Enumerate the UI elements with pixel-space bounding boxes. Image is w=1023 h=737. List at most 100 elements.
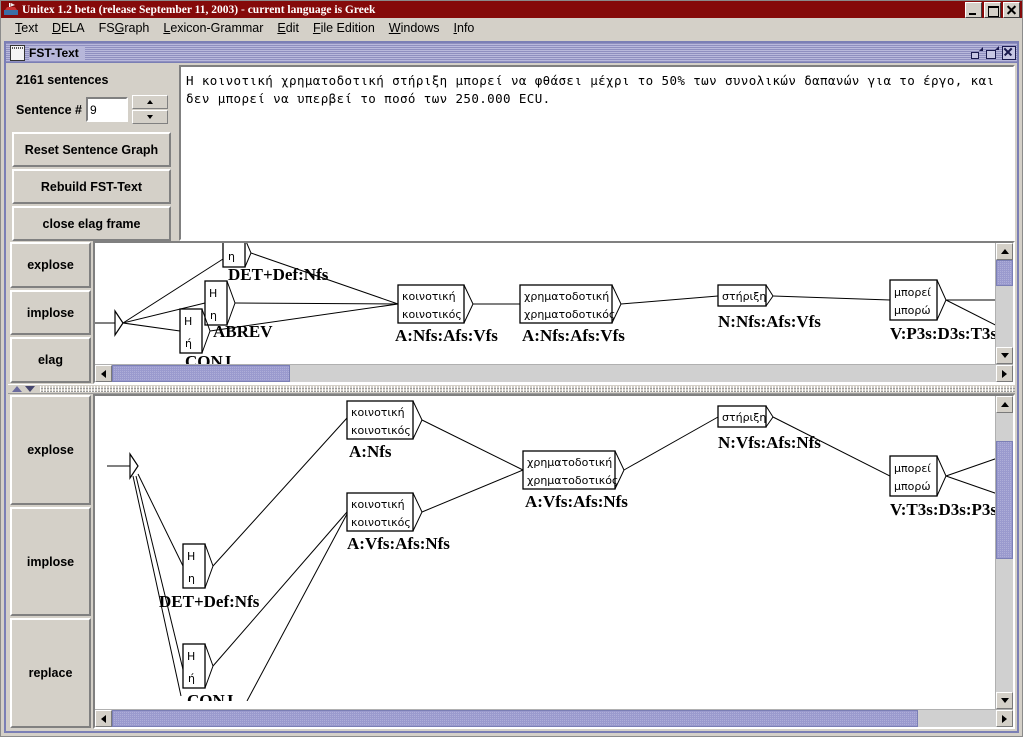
- rebuild-fst-text-button[interactable]: Rebuild FST-Text: [12, 169, 171, 204]
- window-menu-icon[interactable]: [10, 44, 25, 61]
- replace-button-bottom[interactable]: replace: [10, 618, 91, 729]
- top-vscroll-thumb[interactable]: [996, 260, 1013, 286]
- bottom-scroll-up-icon[interactable]: [996, 396, 1013, 413]
- bottom-automaton-canvas[interactable]: Η η DET+Def:Nfs Η ή CONJ κοινοτική κοινο…: [95, 396, 995, 709]
- svg-text:Η: Η: [187, 550, 195, 563]
- top-scroll-left-icon[interactable]: [95, 365, 112, 382]
- bottom-scroll-down-icon[interactable]: [996, 692, 1013, 709]
- menu-edit[interactable]: Edit: [270, 20, 306, 36]
- svg-text:Η: Η: [187, 650, 195, 663]
- explose-button-top[interactable]: explose: [10, 242, 91, 288]
- top-automaton-canvas[interactable]: η Η η DET+Def:Nfs Η ή ABREV CONJ κοινοτι…: [95, 243, 995, 364]
- top-graph-container: η Η η DET+Def:Nfs Η ή ABREV CONJ κοινοτι…: [93, 241, 1015, 384]
- svg-text:V:P3s:D3s:T3s: V:P3s:D3s:T3s: [890, 324, 995, 343]
- menu-lexicon-grammar[interactable]: Lexicon-Grammar: [156, 20, 270, 36]
- svg-text:μπορεί: μπορεί: [894, 286, 931, 299]
- svg-text:κοινοτική: κοινοτική: [351, 498, 405, 511]
- svg-text:η: η: [210, 309, 217, 322]
- bottom-hscroll-thumb[interactable]: [112, 710, 918, 727]
- implose-button-top[interactable]: implose: [10, 289, 91, 336]
- menu-info[interactable]: Info: [447, 20, 482, 36]
- sentence-number-input[interactable]: 9: [86, 97, 129, 122]
- svg-text:CONJ: CONJ: [187, 691, 234, 701]
- top-hscroll-thumb[interactable]: [112, 365, 290, 382]
- svg-text:κοινοτική: κοινοτική: [351, 406, 405, 419]
- svg-text:κοινοτική: κοινοτική: [402, 290, 456, 303]
- internal-frame-titlebar[interactable]: FST-Text: [6, 43, 1017, 63]
- svg-text:χρηματοδοτική: χρηματοδοτική: [527, 456, 612, 469]
- top-graph-row: η Η η DET+Def:Nfs Η ή ABREV CONJ κοινοτι…: [95, 243, 1013, 364]
- svg-text:A:Nfs:Afs:Vfs: A:Nfs:Afs:Vfs: [395, 326, 498, 345]
- svg-text:DET+Def:Nfs: DET+Def:Nfs: [159, 592, 260, 611]
- reset-sentence-graph-button[interactable]: Reset Sentence Graph: [12, 132, 171, 167]
- spinner-down-button[interactable]: [132, 110, 169, 124]
- menu-file-edition[interactable]: File Edition: [306, 20, 382, 36]
- divider-collapse-up-icon[interactable]: [12, 386, 22, 392]
- explose-button-bottom[interactable]: explose: [10, 395, 91, 505]
- implose-button-bottom[interactable]: implose: [10, 506, 91, 617]
- svg-text:A:Vfs:Afs:Nfs: A:Vfs:Afs:Nfs: [347, 534, 450, 553]
- sentence-count-label: 2161 sentences: [16, 73, 109, 87]
- svg-text:η: η: [188, 572, 195, 585]
- window-title: Unitex 1.2 beta (release September 11, 2…: [22, 3, 376, 16]
- iframe-close-icon[interactable]: [1002, 46, 1016, 60]
- svg-text:χρηματοδοτική: χρηματοδοτική: [524, 290, 609, 303]
- bottom-scroll-right-icon[interactable]: [996, 710, 1013, 727]
- bottom-vscroll-thumb[interactable]: [996, 441, 1013, 559]
- maximize-button[interactable]: [984, 1, 1001, 18]
- spinner-up-button[interactable]: [132, 95, 169, 109]
- svg-text:κοινοτικός: κοινοτικός: [402, 308, 462, 321]
- sentence-number-label: Sentence #: [16, 102, 83, 117]
- minimize-button[interactable]: [965, 1, 982, 18]
- bottom-hscroll-track[interactable]: [112, 710, 996, 727]
- svg-text:η: η: [228, 250, 235, 263]
- sentence-text-panel[interactable]: Η κοινοτική χρηματοδοτική στήριξη μπορεί…: [179, 65, 1015, 241]
- divider-grip: [40, 386, 1015, 392]
- bottom-graph-hscrollbar[interactable]: [95, 709, 1013, 727]
- elag-button-top[interactable]: elag: [10, 337, 91, 384]
- svg-text:A:Nfs: A:Nfs: [349, 442, 392, 461]
- top-graph-buttons: explose implose elag: [8, 241, 93, 384]
- svg-text:N:Nfs:Afs:Vfs: N:Nfs:Afs:Vfs: [718, 312, 821, 331]
- top-scroll-up-icon[interactable]: [996, 243, 1013, 260]
- iframe-minimize-icon[interactable]: [970, 46, 983, 59]
- svg-text:ή: ή: [188, 672, 195, 685]
- svg-text:N:Vfs:Afs:Nfs: N:Vfs:Afs:Nfs: [718, 433, 821, 452]
- top-graph-pane: explose implose elag η Η η DET+Def:Nfs Η…: [8, 241, 1015, 384]
- svg-text:μπορώ: μπορώ: [894, 304, 931, 317]
- close-elag-frame-button[interactable]: close elag frame: [12, 206, 171, 241]
- svg-text:κοινοτικός: κοινοτικός: [351, 516, 411, 529]
- bottom-scroll-left-icon[interactable]: [95, 710, 112, 727]
- split-pane-divider[interactable]: [8, 384, 1015, 394]
- top-area: 2161 sentences Sentence # 9 Reset Senten…: [8, 65, 1015, 241]
- svg-text:ή: ή: [185, 337, 192, 350]
- menu-fsgraph[interactable]: FSGraph: [92, 20, 157, 36]
- iframe-maximize-icon[interactable]: [986, 46, 999, 59]
- sentence-selector-row: Sentence # 9: [8, 95, 175, 130]
- close-button[interactable]: [1003, 1, 1020, 18]
- svg-text:μπορώ: μπορώ: [894, 480, 931, 493]
- svg-text:χρηματοδοτικός: χρηματοδοτικός: [524, 308, 615, 321]
- bottom-vscroll-track[interactable]: [996, 413, 1013, 692]
- svg-text:χρηματοδοτικός: χρηματοδοτικός: [527, 474, 618, 487]
- svg-text:στήριξη: στήριξη: [722, 411, 766, 424]
- bottom-graph-buttons: explose implose replace: [8, 394, 93, 729]
- sentence-text: Η κοινοτική χρηματοδοτική στήριξη μπορεί…: [186, 73, 1003, 106]
- menu-windows[interactable]: Windows: [382, 20, 447, 36]
- divider-collapse-down-icon[interactable]: [25, 386, 35, 392]
- top-scroll-right-icon[interactable]: [996, 365, 1013, 382]
- application-window: Unitex 1.2 beta (release September 11, 2…: [0, 0, 1023, 737]
- top-graph-vscrollbar[interactable]: [995, 243, 1013, 364]
- sentence-spinner: [132, 95, 169, 124]
- svg-text:V:T3s:D3s:P3s: V:T3s:D3s:P3s: [890, 500, 995, 519]
- window-titlebar: Unitex 1.2 beta (release September 11, 2…: [1, 1, 1022, 18]
- bottom-graph-vscrollbar[interactable]: [995, 396, 1013, 709]
- top-vscroll-track[interactable]: [996, 260, 1013, 347]
- menu-dela[interactable]: DELA: [45, 20, 92, 36]
- bottom-graph-pane: explose implose replace Η η DET+Def:Nfs …: [8, 394, 1015, 729]
- menubar: Text DELA FSGraph Lexicon-Grammar Edit F…: [1, 18, 1022, 39]
- top-graph-hscrollbar[interactable]: [95, 364, 1013, 382]
- top-hscroll-track[interactable]: [112, 365, 996, 382]
- menu-text[interactable]: Text: [8, 20, 45, 36]
- top-scroll-down-icon[interactable]: [996, 347, 1013, 364]
